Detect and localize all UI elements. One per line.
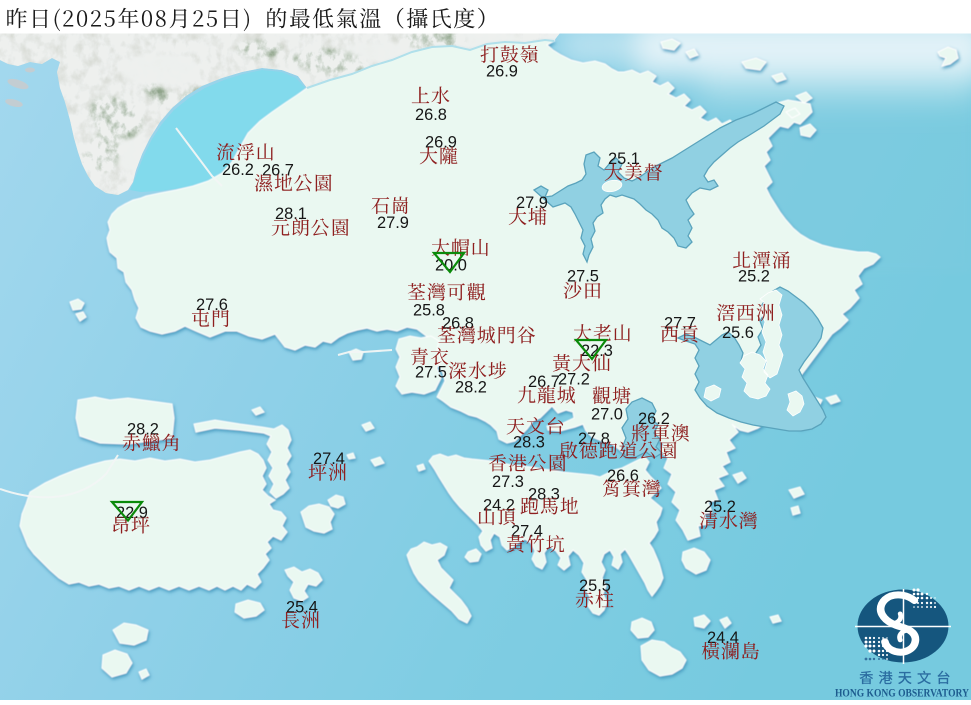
svg-text:27.5: 27.5 (415, 363, 447, 381)
svg-text:24.2: 24.2 (483, 496, 515, 514)
svg-text:26.2: 26.2 (222, 161, 254, 179)
svg-text:25.2: 25.2 (704, 498, 736, 516)
svg-text:HONG KONG OBSERVATORY: HONG KONG OBSERVATORY (835, 688, 970, 700)
svg-text:27.9: 27.9 (377, 214, 409, 232)
svg-text:25.8: 25.8 (413, 301, 445, 319)
svg-text:26.9: 26.9 (486, 62, 518, 80)
svg-text:26.6: 26.6 (607, 467, 639, 485)
svg-text:25.6: 25.6 (722, 324, 754, 342)
svg-text:28.2: 28.2 (455, 378, 487, 396)
svg-text:28.3: 28.3 (513, 434, 545, 452)
svg-text:26.7: 26.7 (528, 373, 560, 391)
svg-text:27.2: 27.2 (558, 371, 590, 389)
svg-text:27.5: 27.5 (567, 268, 599, 286)
svg-text:27.7: 27.7 (664, 314, 696, 332)
svg-text:27.0: 27.0 (591, 406, 623, 424)
svg-text:26.8: 26.8 (415, 106, 447, 124)
svg-text:27.3: 27.3 (492, 473, 524, 491)
svg-text:25.2: 25.2 (738, 268, 770, 286)
